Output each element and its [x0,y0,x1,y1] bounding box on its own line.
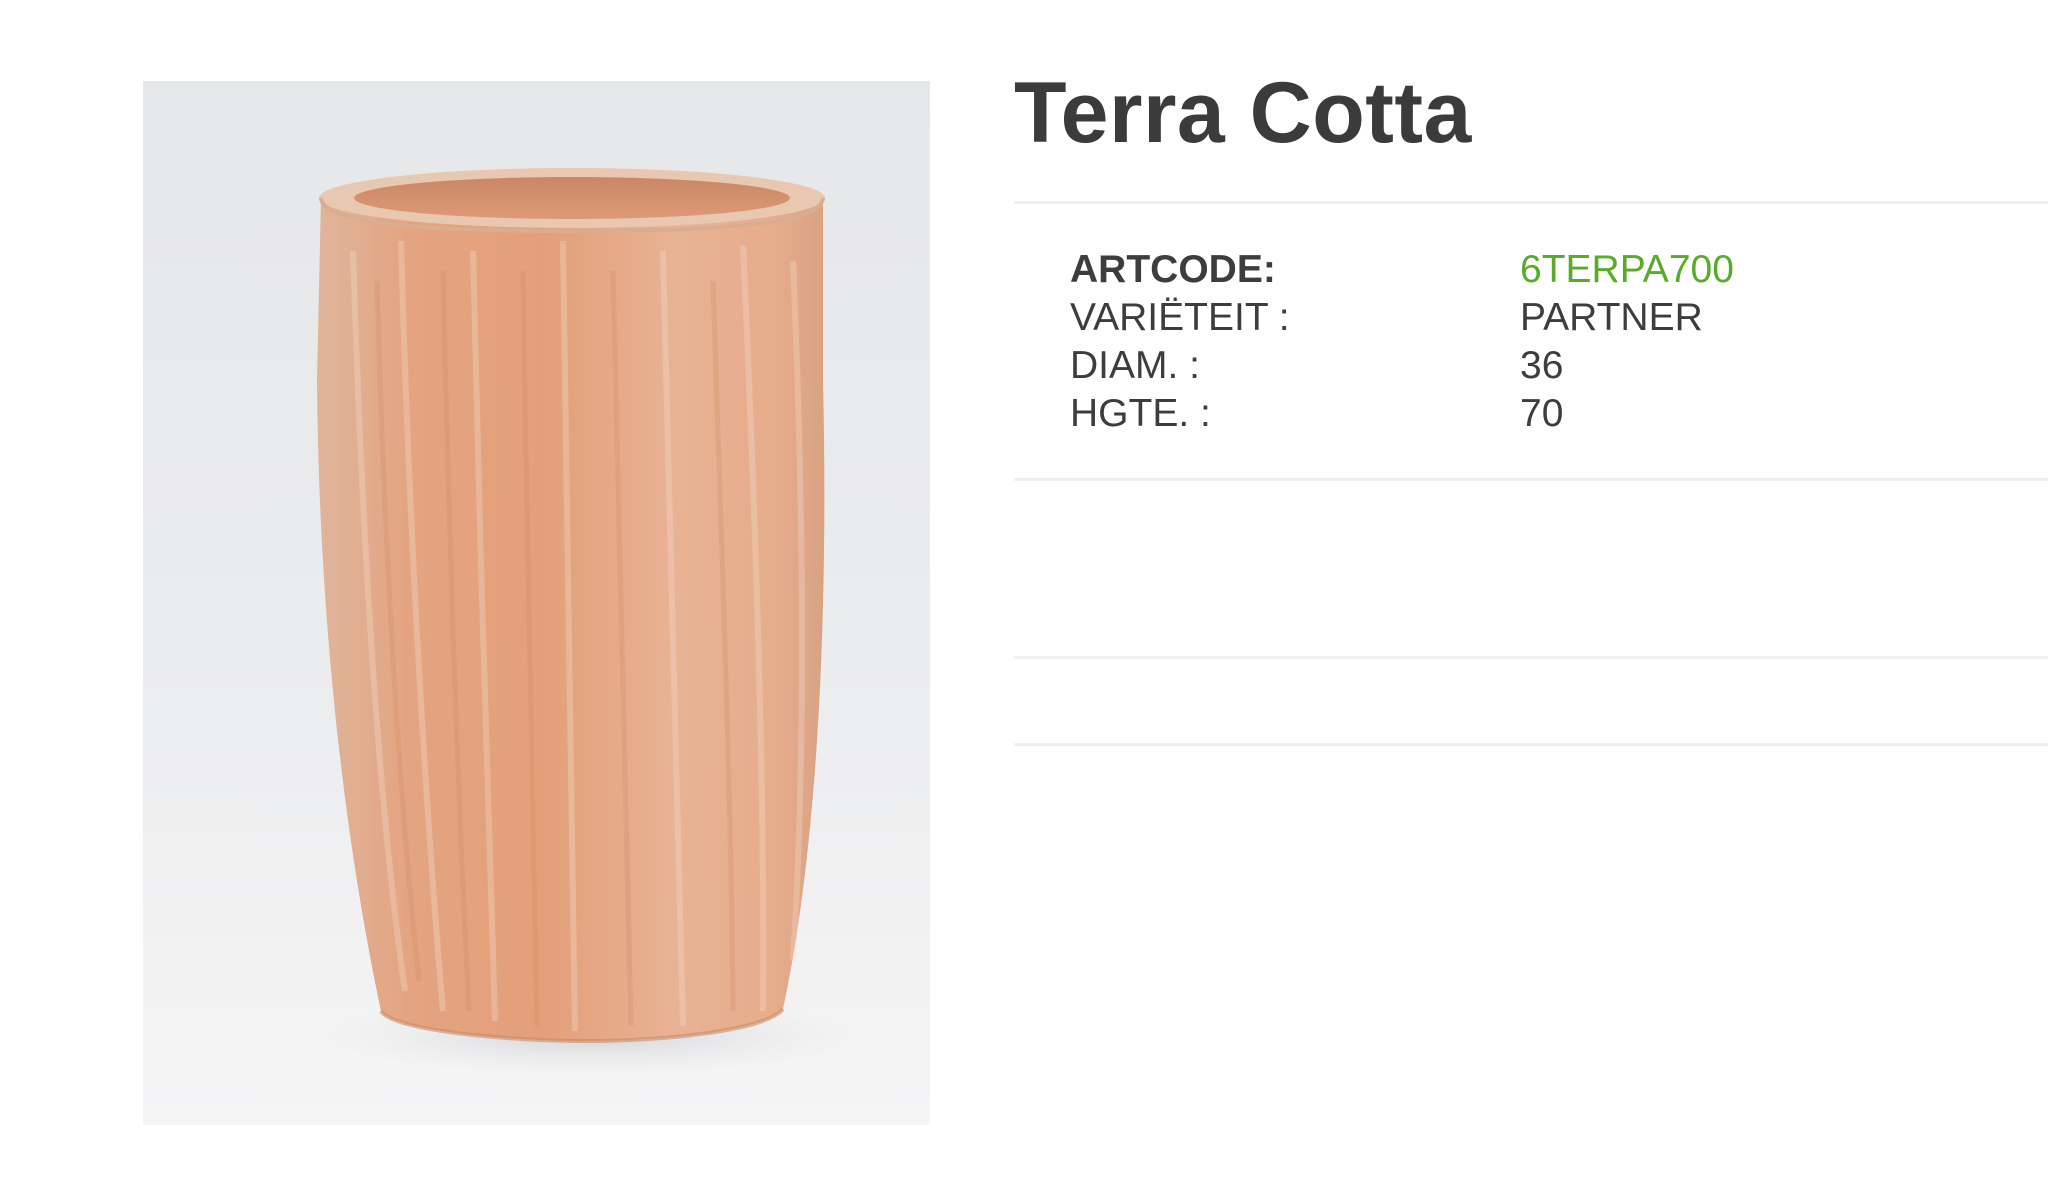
spec-label: ARTCODE: [1070,248,1276,291]
spec-value-diameter: 36 [1520,344,1564,387]
spec-row-diameter: DIAM. : 36 [1070,342,1734,390]
spec-value-height: 70 [1520,392,1564,435]
divider [1014,478,2048,481]
spec-table: ARTCODE: 6TERPA700 VARIËTEIT : PARTNER D… [1070,246,1734,438]
spec-row-variety: VARIËTEIT : PARTNER [1070,294,1734,342]
spec-row-artcode: ARTCODE: 6TERPA700 [1070,246,1734,294]
spec-label: DIAM. : [1070,344,1201,387]
terracotta-pot-illustration [317,168,860,1076]
product-title: Terra Cotta [1014,65,1472,161]
divider [1014,201,2048,204]
product-details: Terra Cotta ARTCODE: 6TERPA700 VARIËTEIT… [1014,0,2048,1182]
divider [1014,656,2048,659]
divider [1014,743,2048,746]
spec-value-variety: PARTNER [1520,296,1703,339]
spec-value-artcode: 6TERPA700 [1520,248,1734,291]
spec-label: HGTE. : [1070,392,1211,435]
product-image [143,81,930,1125]
spec-row-height: HGTE. : 70 [1070,390,1734,438]
spec-label: VARIËTEIT : [1070,296,1290,339]
